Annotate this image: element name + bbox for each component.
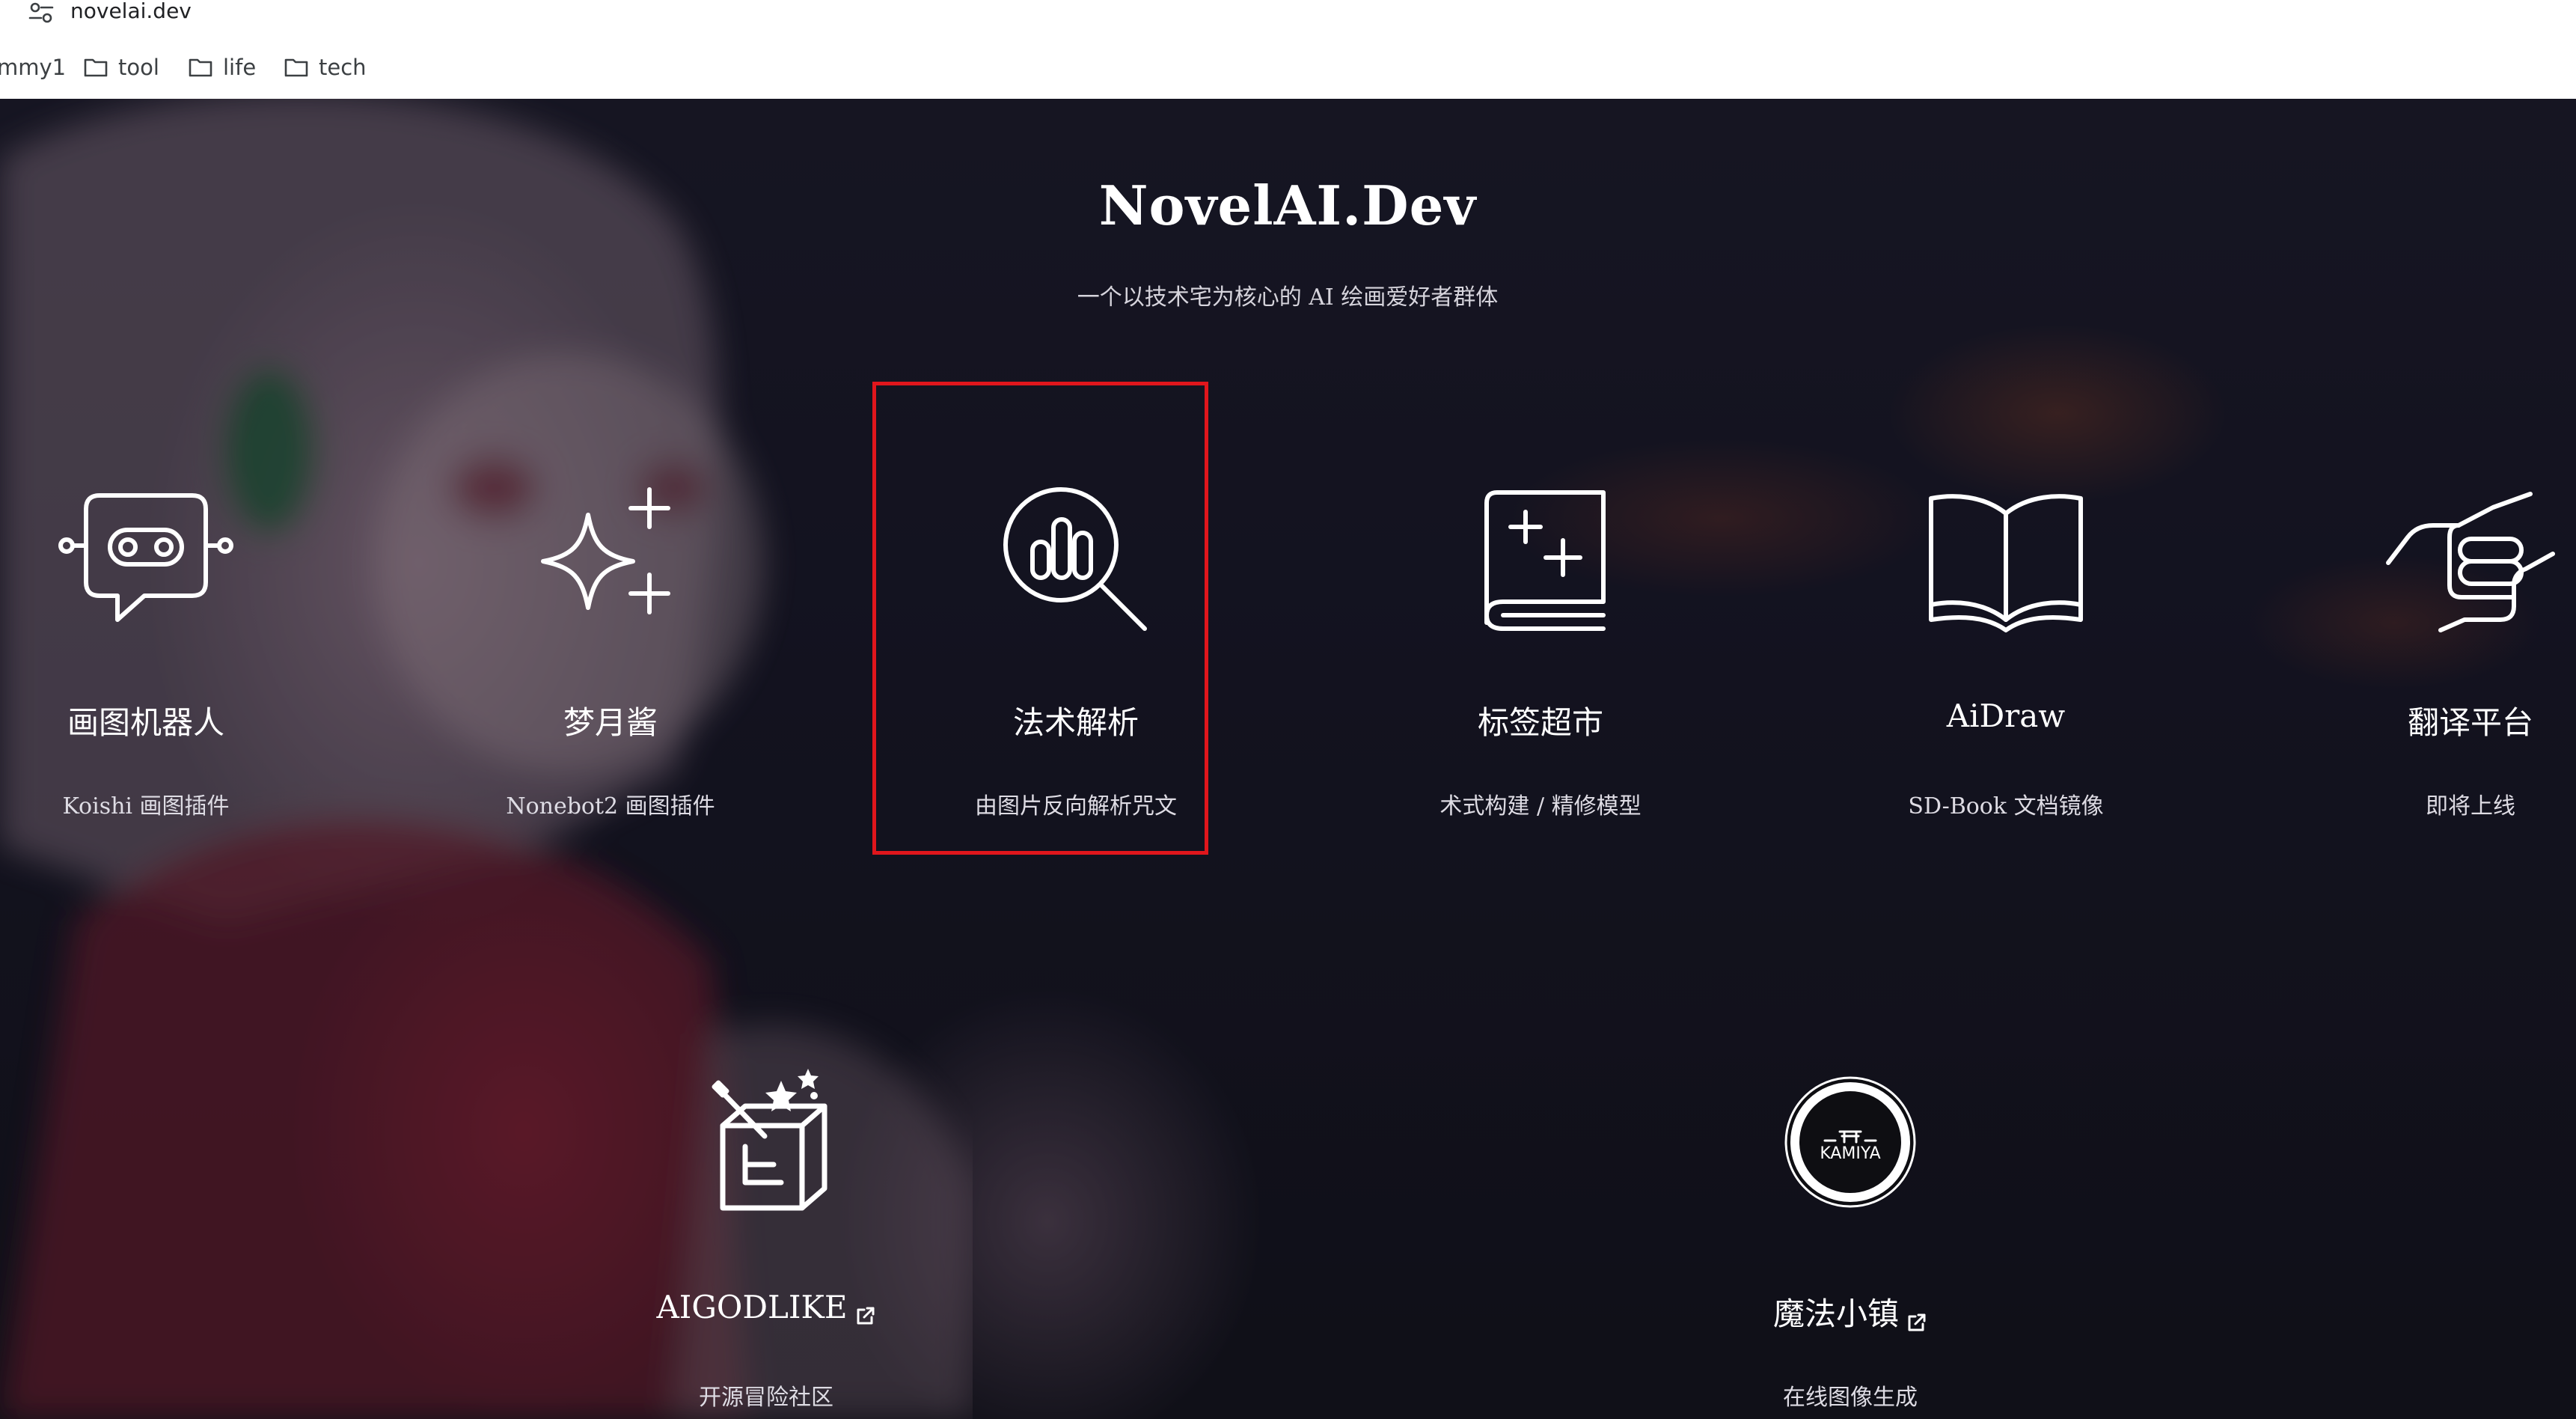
card-title: 标签超市 [1477, 704, 1603, 741]
kamiya-logo-text: KAMIYA [1820, 1144, 1880, 1163]
bookmark-folder-tech[interactable]: tech [284, 51, 367, 84]
browser-window: novelai.dev mmy1 tool life tech NovelAI.… [0, 0, 2576, 1419]
bookmarks-bar: mmy1 tool life tech [0, 37, 2576, 100]
robot-chat-icon [56, 473, 236, 653]
card-aigodlike[interactable]: AIGODLIKE 开源冒险社区 [602, 1064, 931, 1419]
book-plus-icon [1451, 473, 1630, 653]
card-description: 即将上线 [2426, 793, 2515, 820]
external-link-icon [854, 1299, 876, 1325]
sparkle-icon [521, 473, 700, 653]
external-link-icon [1905, 1305, 1927, 1331]
page-content: NovelAI.Dev 一个以技术宅为核心的 AI 绘画爱好者群体 画图机器人 … [0, 99, 2576, 1419]
card-description: Koishi 画图插件 [62, 793, 230, 820]
bookmark-label: tech [319, 55, 367, 80]
url-text[interactable]: novelai.dev [70, 0, 192, 24]
card-tag-market[interactable]: 标签超市 术式构建 / 精修模型 [1376, 473, 1705, 862]
card-title: 画图机器人 [67, 704, 224, 741]
card-drawing-bot[interactable]: 画图机器人 Koishi 画图插件 [0, 473, 310, 862]
card-description: 在线图像生成 [1783, 1385, 1918, 1411]
site-title: NovelAI.Dev [1098, 174, 1477, 237]
magic-box-icon [676, 1064, 856, 1244]
folder-icon [189, 58, 212, 77]
site-subtitle: 一个以技术宅为核心的 AI 绘画爱好者群体 [1077, 284, 1499, 311]
folder-icon [284, 58, 308, 77]
card-description: Nonebot2 画图插件 [506, 793, 715, 820]
card-translation[interactable]: 翻译平台 即将上线 [2306, 473, 2576, 862]
address-bar[interactable]: novelai.dev [0, 0, 2576, 37]
handshake-icon [2381, 473, 2560, 653]
folder-icon [84, 58, 108, 77]
bookmark-item[interactable]: mmy1 [0, 51, 66, 84]
card-magic-town[interactable]: KAMIYA 魔法小镇 在线图像生成 [1686, 1064, 2015, 1419]
card-mengyuejiang[interactable]: 梦月酱 Nonebot2 画图插件 [446, 473, 775, 862]
card-title: AiDraw [1946, 698, 2066, 734]
card-aidraw[interactable]: AiDraw SD-Book 文档镜像 [1841, 473, 2170, 862]
bookmark-folder-tool[interactable]: tool [84, 51, 159, 84]
card-description: SD-Book 文档镜像 [1908, 793, 2104, 820]
site-settings-icon[interactable] [28, 1, 54, 24]
card-title: 翻译平台 [2407, 704, 2533, 741]
bookmark-label: tool [118, 55, 159, 80]
kamiya-logo-icon: KAMIYA [1760, 1064, 1940, 1244]
card-description: 开源冒险社区 [699, 1385, 833, 1411]
open-book-icon [1916, 473, 2096, 653]
card-description: 术式构建 / 精修模型 [1440, 793, 1642, 820]
card-title: 梦月酱 [563, 704, 658, 741]
bookmark-label: life [223, 55, 257, 80]
highlight-annotation-box [872, 382, 1208, 855]
card-title: 魔法小镇 [1686, 1289, 2015, 1334]
bookmark-folder-life[interactable]: life [189, 51, 256, 84]
bookmark-label: mmy1 [0, 55, 67, 80]
card-title: AIGODLIKE [602, 1289, 931, 1325]
